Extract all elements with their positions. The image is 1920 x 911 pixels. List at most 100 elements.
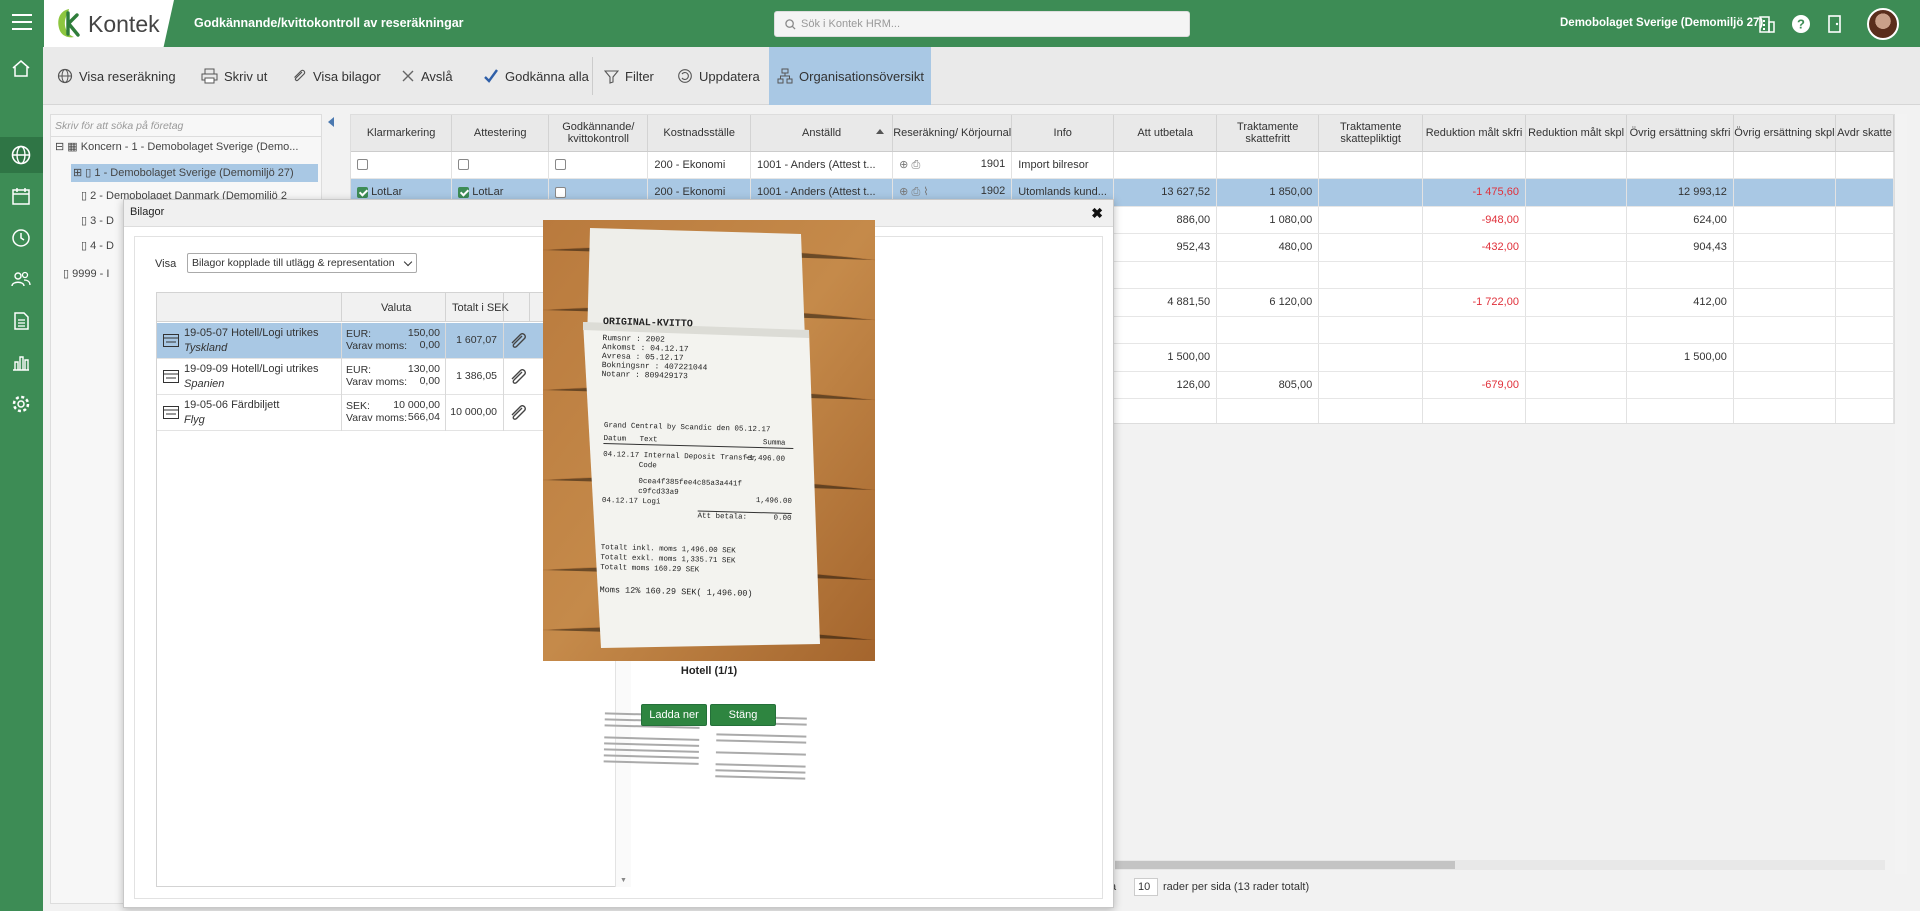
table-cell[interactable]: 1 500,00 [1626,343,1734,372]
table-cell[interactable] [1835,398,1894,423]
table-cell[interactable] [1422,316,1526,344]
table-cell[interactable] [351,151,453,179]
tree-search-input[interactable]: Skriv för att söka på företag [51,115,321,137]
table-cell[interactable] [1733,151,1836,179]
checkbox[interactable] [555,159,567,171]
table-cell[interactable]: 480,00 [1216,233,1320,262]
table-cell[interactable]: 952,43 [1113,233,1218,262]
logout-icon[interactable] [1824,13,1846,35]
rows-per-page-input[interactable]: 10 [1134,878,1158,896]
table-cell[interactable] [1626,316,1734,344]
table-cell[interactable] [1422,398,1526,423]
table-cell[interactable] [1318,343,1424,372]
logo[interactable]: Kontek [44,0,174,47]
download-button[interactable]: Ladda ner [641,704,707,726]
table-cell[interactable]: 886,00 [1113,206,1218,234]
table-cell[interactable]: Import bilresor [1011,151,1115,179]
bar-chart-icon[interactable] [10,351,32,373]
table-cell[interactable] [1525,206,1628,234]
building-icon[interactable] [1756,13,1778,35]
table-cell[interactable] [1318,316,1424,344]
table-cell[interactable]: 6 120,00 [1216,288,1320,317]
table-cell[interactable] [1525,398,1628,423]
table-cell[interactable] [1835,371,1894,399]
collapse-panel-icon[interactable] [328,117,334,127]
table-cell[interactable] [1318,288,1424,317]
org-overview-button[interactable]: Organisationsöversikt [769,47,931,105]
table-cell[interactable] [1525,316,1628,344]
column-header[interactable]: Traktamente skattepliktigt [1318,115,1424,152]
tree-node-sweden[interactable]: ⊞ ▯ 1 - Demobolaget Sverige (Demomiljö 2… [71,164,318,182]
table-cell[interactable] [1835,206,1894,234]
checkbox[interactable] [555,186,567,198]
menu-icon[interactable] [12,14,32,30]
table-cell[interactable]: 13 627,52 [1113,178,1218,207]
tree-node-group[interactable]: ⊟ ▦ Koncern - 1 - Demobolaget Sverige (D… [55,140,298,153]
table-cell[interactable]: -679,00 [1422,371,1526,399]
table-row[interactable]: 200 - Ekonomi 1001 - Anders (Attest t... ⊕… [351,151,1894,179]
close-button[interactable]: Stäng [710,704,776,726]
table-cell[interactable] [1216,261,1320,289]
column-header[interactable]: Att utbetala [1113,115,1218,152]
clock-icon[interactable] [10,227,32,249]
home-icon[interactable] [10,57,32,79]
table-cell[interactable] [1113,151,1218,179]
table-cell[interactable]: 1 850,00 [1216,178,1320,207]
table-cell[interactable]: 1 080,00 [1216,206,1320,234]
table-cell[interactable] [1733,288,1836,317]
table-cell[interactable] [1626,151,1734,179]
table-cell[interactable] [1626,398,1734,423]
table-cell[interactable] [1318,398,1424,423]
table-cell[interactable] [1525,343,1628,372]
table-cell[interactable] [451,151,550,179]
table-cell[interactable] [1733,233,1836,262]
table-cell[interactable] [1835,151,1894,179]
table-cell[interactable] [1216,343,1320,372]
users-icon[interactable] [10,268,32,290]
table-cell[interactable] [1216,151,1320,179]
close-icon[interactable]: ✖ [1091,205,1103,222]
paperclip-icon[interactable] [508,367,528,387]
paperclip-icon[interactable] [508,331,528,351]
gear-icon[interactable] [10,393,32,415]
table-cell[interactable]: 412,00 [1626,288,1734,317]
checkbox[interactable] [357,186,368,198]
table-cell[interactable] [1733,316,1836,344]
table-cell[interactable] [1733,371,1836,399]
column-header[interactable]: Kostnadsställe [647,115,751,152]
table-cell[interactable] [1835,261,1894,289]
table-cell[interactable] [1318,151,1424,179]
refresh-button[interactable]: Uppdatera [669,47,768,105]
sort-asc-icon[interactable] [876,129,885,134]
table-cell[interactable] [1525,178,1628,207]
table-cell[interactable] [1626,371,1734,399]
table-cell[interactable] [1835,316,1894,344]
column-header[interactable]: Reduktion målt skpl [1525,115,1628,152]
checkbox[interactable] [357,159,368,171]
table-cell[interactable] [1318,261,1424,289]
table-cell[interactable]: 1 500,00 [1113,343,1218,372]
column-header[interactable]: Avdr skatte [1835,115,1894,152]
table-cell[interactable] [1525,151,1628,179]
table-cell[interactable] [1733,343,1836,372]
table-cell[interactable] [1422,343,1526,372]
view-travel-report-button[interactable]: Visa reseräkning [49,47,184,105]
table-cell[interactable] [1626,261,1734,289]
column-header[interactable]: Reduktion målt skfri [1422,115,1526,152]
reject-button[interactable]: Avslå [393,47,461,105]
filter-button[interactable]: Filter [596,47,662,105]
table-cell[interactable] [1525,233,1628,262]
table-cell[interactable]: 1001 - Anders (Attest t... [750,151,894,179]
table-cell[interactable] [1422,261,1526,289]
search-input[interactable]: Sök i Kontek HRM... [774,11,1190,37]
table-cell[interactable] [1835,233,1894,262]
table-cell[interactable]: ⊕ ⎙ 1901 [892,151,1013,179]
table-cell[interactable]: 200 - Ekonomi [647,151,751,179]
globe-icon[interactable] [10,144,32,166]
table-cell[interactable] [1835,288,1894,317]
avatar[interactable] [1867,8,1899,40]
table-cell[interactable]: -948,00 [1422,206,1526,234]
table-cell[interactable] [1733,261,1836,289]
column-header[interactable]: Godkännande/ kvittokontroll [548,115,649,152]
column-header[interactable]: Reseräkning/ Körjournal [892,115,1013,152]
